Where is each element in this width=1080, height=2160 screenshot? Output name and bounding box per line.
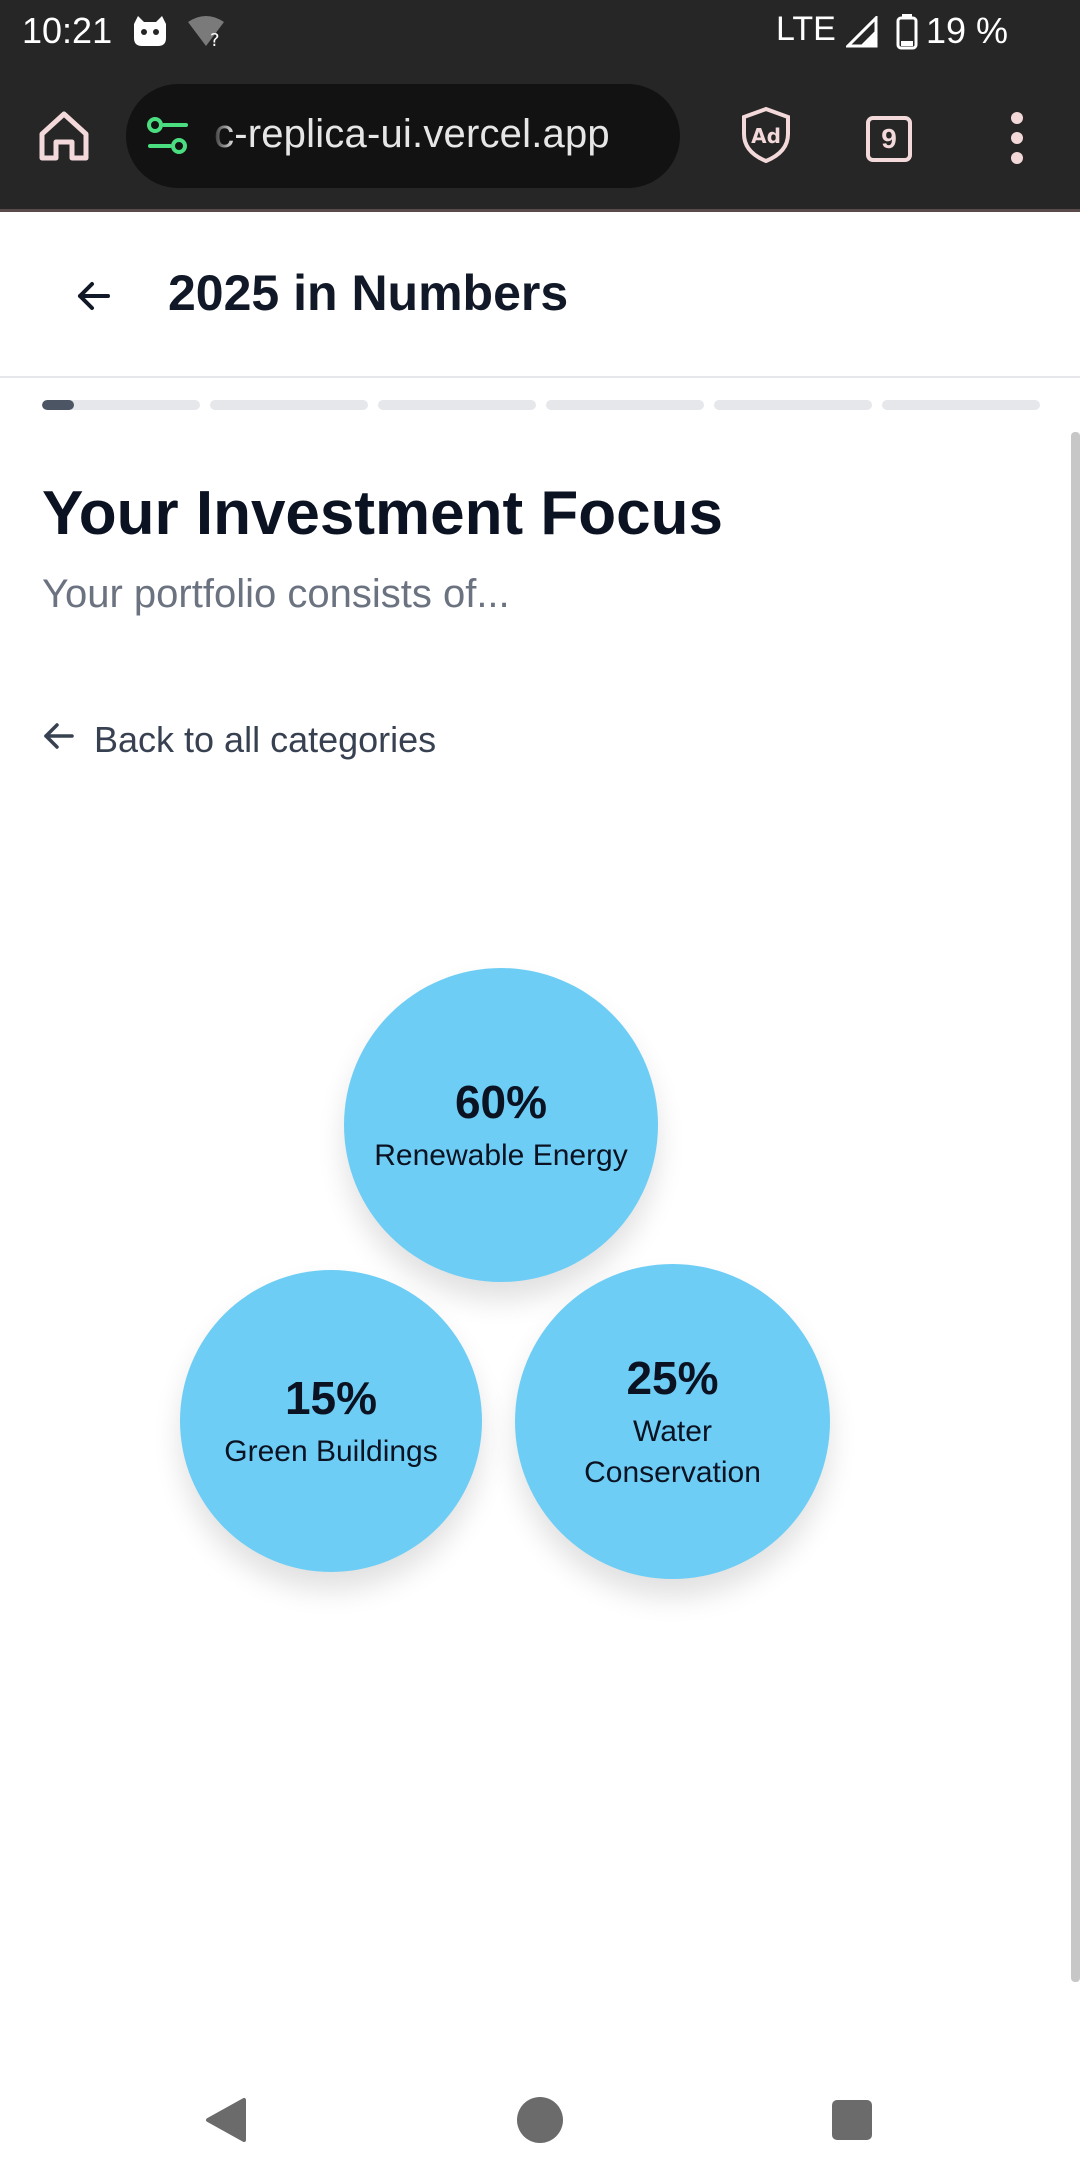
bubble-label: Renewable Energy [374,1138,628,1172]
signal-icon [844,14,878,53]
progress-segment [546,400,704,410]
back-to-categories-link[interactable]: Back to all categories [42,718,436,762]
story-progress [42,400,1040,410]
section-subtitle: Your portfolio consists of... [42,572,510,616]
bubble-percent: 60% [454,1075,548,1128]
tab-switcher-button[interactable]: 9 [866,116,912,162]
system-nav-bar [0,2040,1080,2160]
back-arrow-icon[interactable] [76,278,112,319]
svg-text:?: ? [210,30,220,50]
site-settings-icon[interactable] [146,116,190,161]
bubble-label: Green Buildings [224,1434,438,1468]
arrow-left-icon [42,719,76,762]
progress-segment [210,400,368,410]
status-bar: 10:21 ? LTE 19 % [0,0,1080,66]
nav-home-icon[interactable] [516,2096,564,2149]
adblock-shield-icon[interactable]: Ad [740,106,792,169]
incognito-cat-icon [130,14,170,55]
progress-segment [882,400,1040,410]
app-header: 2025 in Numbers [0,212,1080,378]
battery-level: 19 % [926,10,1009,51]
browser-toolbar: c-replica-ui.vercel.app Ad 9 [0,66,1080,212]
bubble-green-buildings[interactable]: 15% Green Buildings [180,1270,482,1572]
url-bar[interactable]: c-replica-ui.vercel.app [126,84,680,188]
url-text[interactable]: c-replica-ui.vercel.app [214,112,610,157]
progress-segment [378,400,536,410]
progress-segment [714,400,872,410]
scrollbar[interactable] [1071,432,1080,1982]
wifi-question-icon: ? [186,14,226,55]
bubble-label: Water Conservation [584,1414,761,1489]
battery-icon [896,14,918,55]
progress-fill [42,400,74,410]
bubble-percent: 25% [626,1351,719,1404]
back-link-label: Back to all categories [94,719,437,760]
bubble-water-conservation[interactable]: 25% Water Conservation [515,1264,830,1579]
bubble-percent: 15% [284,1371,378,1424]
more-menu-icon[interactable] [1006,110,1028,171]
section-title: Your Investment Focus [42,479,723,548]
status-time: 10:21 [22,10,113,51]
progress-segment [42,400,200,410]
nav-back-icon[interactable] [204,2096,248,2149]
svg-text:Ad: Ad [751,124,781,148]
nav-recents-icon[interactable] [830,2098,874,2147]
bubble-renewable-energy[interactable]: 60% Renewable Energy [344,968,658,1282]
network-type: LTE [776,10,836,48]
page-title: 2025 in Numbers [168,265,569,321]
home-icon[interactable] [36,108,92,169]
